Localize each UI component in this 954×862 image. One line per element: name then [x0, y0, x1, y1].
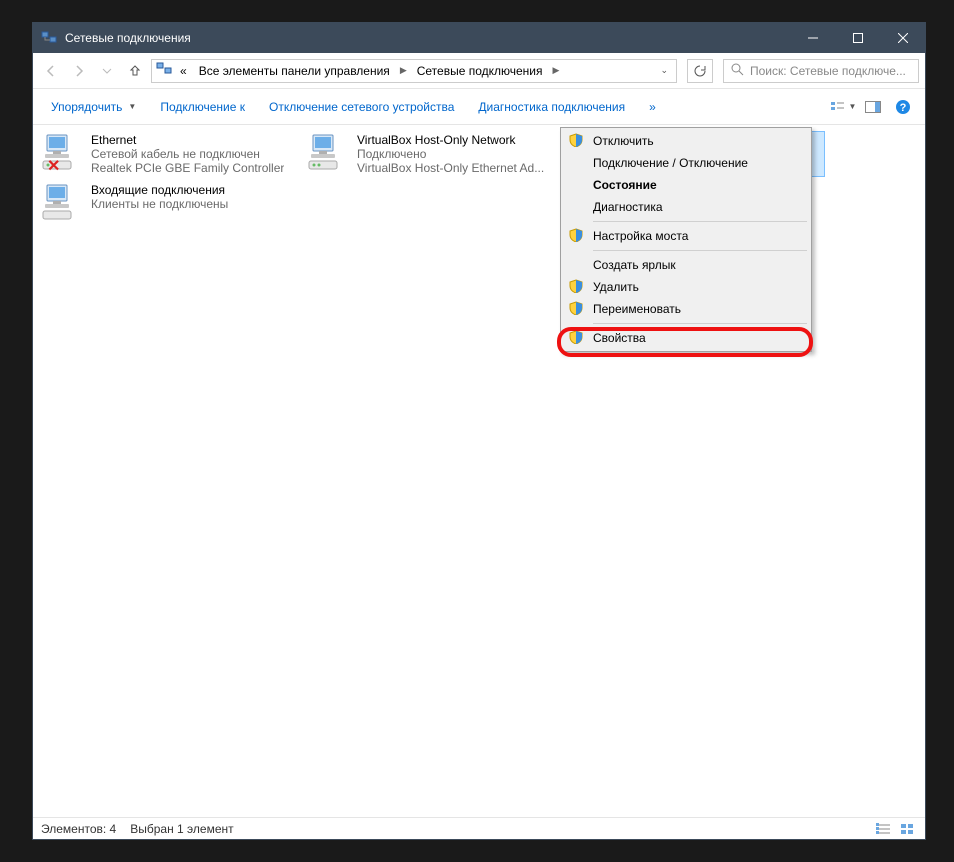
menu-item-bridge[interactable]: Настройка моста	[563, 225, 809, 247]
menu-separator	[593, 323, 807, 324]
menu-item-status[interactable]: Состояние	[563, 174, 809, 196]
titlebar: Сетевые подключения	[33, 23, 925, 53]
network-connections-icon	[41, 30, 57, 46]
content-area: ✕ Ethernet Сетевой кабель не подключен R…	[33, 125, 925, 817]
organize-menu[interactable]: Упорядочить ▼	[41, 96, 146, 118]
search-input[interactable]	[750, 64, 912, 78]
menu-item-label: Состояние	[593, 178, 657, 192]
close-button[interactable]	[880, 23, 925, 53]
status-selection: Выбран 1 элемент	[130, 822, 233, 836]
menu-item-disable[interactable]: Отключить	[563, 130, 809, 152]
menu-item-label: Удалить	[593, 280, 639, 294]
context-menu: Отключить Подключение / Отключение Состо…	[560, 127, 812, 352]
menu-item-label: Свойства	[593, 331, 646, 345]
adapter-incoming[interactable]: Входящие подключения Клиенты не подключе…	[39, 181, 293, 225]
menu-item-connect-disconnect[interactable]: Подключение / Отключение	[563, 152, 809, 174]
network-adapter-icon: ✕	[41, 133, 85, 173]
shield-icon	[569, 228, 585, 244]
adapter-virtualbox[interactable]: VirtualBox Host-Only Network Подключено …	[305, 131, 559, 177]
help-button[interactable]: ?	[889, 94, 917, 120]
menu-item-delete[interactable]: Удалить	[563, 276, 809, 298]
menu-item-label: Диагностика	[593, 200, 663, 214]
menu-item-label: Создать ярлык	[593, 258, 676, 272]
chevron-right-icon[interactable]: ▶	[551, 65, 562, 76]
menu-item-diagnose[interactable]: Диагностика	[563, 196, 809, 218]
maximize-button[interactable]	[835, 23, 880, 53]
large-icons-view-button[interactable]	[897, 821, 917, 837]
breadcrumb-segment-0[interactable]: Все элементы панели управления	[195, 60, 394, 82]
refresh-button[interactable]	[687, 59, 713, 83]
shield-icon	[569, 133, 585, 149]
minimize-button[interactable]	[790, 23, 835, 53]
adapter-device: Realtek PCIe GBE Family Controller	[91, 161, 284, 175]
window-title: Сетевые подключения	[65, 31, 790, 45]
shield-icon	[569, 301, 585, 317]
address-bar: « Все элементы панели управления ▶ Сетев…	[33, 53, 925, 89]
chevron-right-icon[interactable]: ▶	[398, 65, 409, 76]
address-box[interactable]: « Все элементы панели управления ▶ Сетев…	[151, 59, 677, 83]
recent-locations-button[interactable]	[95, 59, 119, 83]
menu-item-label: Отключить	[593, 134, 654, 148]
svg-text:?: ?	[900, 102, 907, 114]
preview-pane-button[interactable]	[859, 94, 887, 120]
adapter-name: Входящие подключения	[91, 183, 228, 197]
chevron-down-icon[interactable]: ⌄	[656, 65, 672, 76]
search-box[interactable]	[723, 59, 919, 83]
menu-item-label: Переименовать	[593, 302, 681, 316]
adapter-status: Клиенты не подключены	[91, 197, 228, 211]
more-commands-button[interactable]: »	[639, 96, 666, 118]
organize-label: Упорядочить	[51, 100, 122, 114]
connect-to-button[interactable]: Подключение к	[150, 96, 255, 118]
breadcrumb-prefix: «	[176, 60, 191, 82]
search-icon	[730, 62, 744, 79]
menu-separator	[593, 221, 807, 222]
back-button[interactable]	[39, 59, 63, 83]
forward-button[interactable]	[67, 59, 91, 83]
adapter-device: VirtualBox Host-Only Ethernet Ad...	[357, 161, 544, 175]
menu-separator	[593, 250, 807, 251]
menu-item-rename[interactable]: Переименовать	[563, 298, 809, 320]
menu-item-properties[interactable]: Свойства	[563, 327, 809, 349]
adapter-name: VirtualBox Host-Only Network	[357, 133, 544, 147]
network-adapter-icon	[41, 183, 85, 223]
shield-icon	[569, 330, 585, 346]
location-icon	[156, 61, 172, 80]
adapter-ethernet[interactable]: ✕ Ethernet Сетевой кабель не подключен R…	[39, 131, 293, 177]
status-item-count: Элементов: 4	[41, 822, 116, 836]
chevron-down-icon: ▼	[128, 102, 136, 111]
up-button[interactable]	[123, 59, 147, 83]
menu-item-create-shortcut[interactable]: Создать ярлык	[563, 254, 809, 276]
status-bar: Элементов: 4 Выбран 1 элемент	[33, 817, 925, 839]
window: Сетевые подключения	[32, 22, 926, 840]
network-adapter-icon	[307, 133, 351, 173]
diagnose-button[interactable]: Диагностика подключения	[468, 96, 635, 118]
command-bar: Упорядочить ▼ Подключение к Отключение с…	[33, 89, 925, 125]
adapter-status: Подключено	[357, 147, 544, 161]
details-view-button[interactable]	[873, 821, 893, 837]
adapter-name: Ethernet	[91, 133, 284, 147]
menu-item-label: Подключение / Отключение	[593, 156, 748, 170]
menu-item-label: Настройка моста	[593, 229, 688, 243]
shield-icon	[569, 279, 585, 295]
adapter-status: Сетевой кабель не подключен	[91, 147, 284, 161]
svg-text:✕: ✕	[47, 158, 60, 173]
view-options-button[interactable]: ▼	[829, 94, 857, 120]
breadcrumb-segment-1[interactable]: Сетевые подключения	[413, 60, 547, 82]
disable-device-button[interactable]: Отключение сетевого устройства	[259, 96, 464, 118]
